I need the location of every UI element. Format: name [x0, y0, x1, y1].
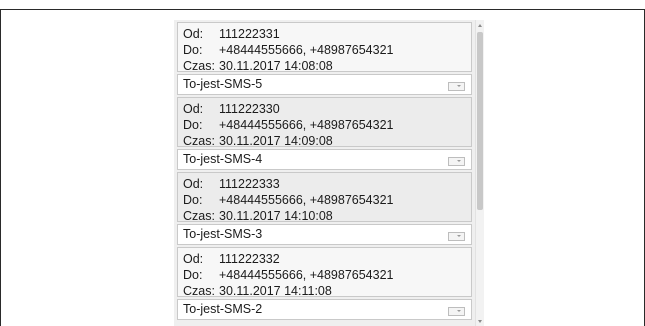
time-row: Czas: 30.11.2017 14:08:08: [183, 58, 471, 74]
sms-message-header: Od: 111222333 Do: +48444555666, +489876543…: [177, 172, 472, 224]
recipient-numbers: +48444555666, +48987654321: [219, 118, 394, 132]
vertical-scrollbar[interactable]: [475, 20, 484, 326]
recipients-row: Do: +48444555666, +48987654321: [183, 267, 471, 283]
from-label: Od:: [183, 27, 204, 41]
sender-number: 111222332: [219, 252, 280, 266]
chevron-up-icon[interactable]: [476, 21, 484, 29]
sender-number: 111222331: [219, 27, 280, 41]
sms-message-item: Od: 111222330 Do: +48444555666, +489876543…: [174, 97, 475, 170]
dropdown-handle-icon[interactable]: [448, 157, 465, 166]
recipients-row: Do: +48444555666, +48987654321: [183, 42, 471, 58]
time-label: Czas:: [183, 209, 215, 223]
time-label: Czas:: [183, 134, 215, 148]
sms-message-item: Od: 111222333 Do: +48444555666, +489876543…: [174, 172, 475, 245]
recipients-row: Do: +48444555666, +48987654321: [183, 117, 471, 133]
sms-message-item: Od: 111222332 Do: +48444555666, +489876543…: [174, 247, 475, 320]
time-label: Czas:: [183, 59, 215, 73]
recipient-numbers: +48444555666, +48987654321: [219, 268, 394, 282]
message-time: 30.11.2017 14:08:08: [219, 59, 333, 73]
dropdown-handle-icon[interactable]: [448, 307, 465, 316]
message-time: 30.11.2017 14:11:08: [219, 284, 332, 298]
time-row: Czas: 30.11.2017 14:11:08: [183, 283, 471, 299]
sms-message-text: To-jest-SMS-2: [183, 302, 263, 316]
sender-row: Od: 111222332: [183, 251, 471, 267]
chevron-down-icon[interactable]: [476, 317, 484, 325]
sender-row: Od: 111222333: [183, 176, 471, 192]
sms-message-list: Od: 111222331 Do: +48444555666, +489876543…: [174, 20, 475, 320]
message-time: 30.11.2017 14:10:08: [219, 209, 333, 223]
to-label: Do:: [183, 118, 203, 132]
sms-message-text-field[interactable]: To-jest-SMS-4: [177, 149, 472, 170]
sms-message-header: Od: 111222332 Do: +48444555666, +489876543…: [177, 247, 472, 299]
from-label: Od:: [183, 252, 204, 266]
time-label: Czas:: [183, 284, 215, 298]
sender-row: Od: 111222330: [183, 101, 471, 117]
frame-border-top: [0, 9, 645, 10]
to-label: Do:: [183, 268, 203, 282]
sms-message-header: Od: 111222330 Do: +48444555666, +489876543…: [177, 97, 472, 149]
to-label: Do:: [183, 43, 203, 57]
message-time: 30.11.2017 14:09:08: [219, 134, 333, 148]
sms-message-header: Od: 111222331 Do: +48444555666, +489876543…: [177, 22, 472, 74]
sender-number: 111222330: [219, 102, 280, 116]
recipient-numbers: +48444555666, +48987654321: [219, 193, 394, 207]
recipients-row: Do: +48444555666, +48987654321: [183, 192, 471, 208]
sms-message-text-field[interactable]: To-jest-SMS-5: [177, 74, 472, 95]
sender-row: Od: 111222331: [183, 26, 471, 42]
sms-message-item: Od: 111222331 Do: +48444555666, +489876543…: [174, 22, 475, 95]
to-label: Do:: [183, 193, 203, 207]
dropdown-handle-icon[interactable]: [448, 232, 465, 241]
from-label: Od:: [183, 177, 204, 191]
time-row: Czas: 30.11.2017 14:09:08: [183, 133, 471, 149]
sms-message-text-field[interactable]: To-jest-SMS-3: [177, 224, 472, 245]
time-row: Czas: 30.11.2017 14:10:08: [183, 208, 471, 224]
dropdown-handle-icon[interactable]: [448, 82, 465, 91]
sms-message-text-field[interactable]: To-jest-SMS-2: [177, 299, 472, 320]
sms-list-panel: Od: 111222331 Do: +48444555666, +489876543…: [174, 20, 484, 326]
sms-message-text: To-jest-SMS-3: [183, 227, 263, 241]
frame-border-left: [0, 9, 1, 326]
sender-number: 111222333: [219, 177, 280, 191]
sms-message-text: To-jest-SMS-5: [183, 77, 263, 91]
sms-message-text: To-jest-SMS-4: [183, 152, 263, 166]
from-label: Od:: [183, 102, 204, 116]
recipient-numbers: +48444555666, +48987654321: [219, 43, 394, 57]
scrollbar-thumb[interactable]: [477, 32, 483, 210]
